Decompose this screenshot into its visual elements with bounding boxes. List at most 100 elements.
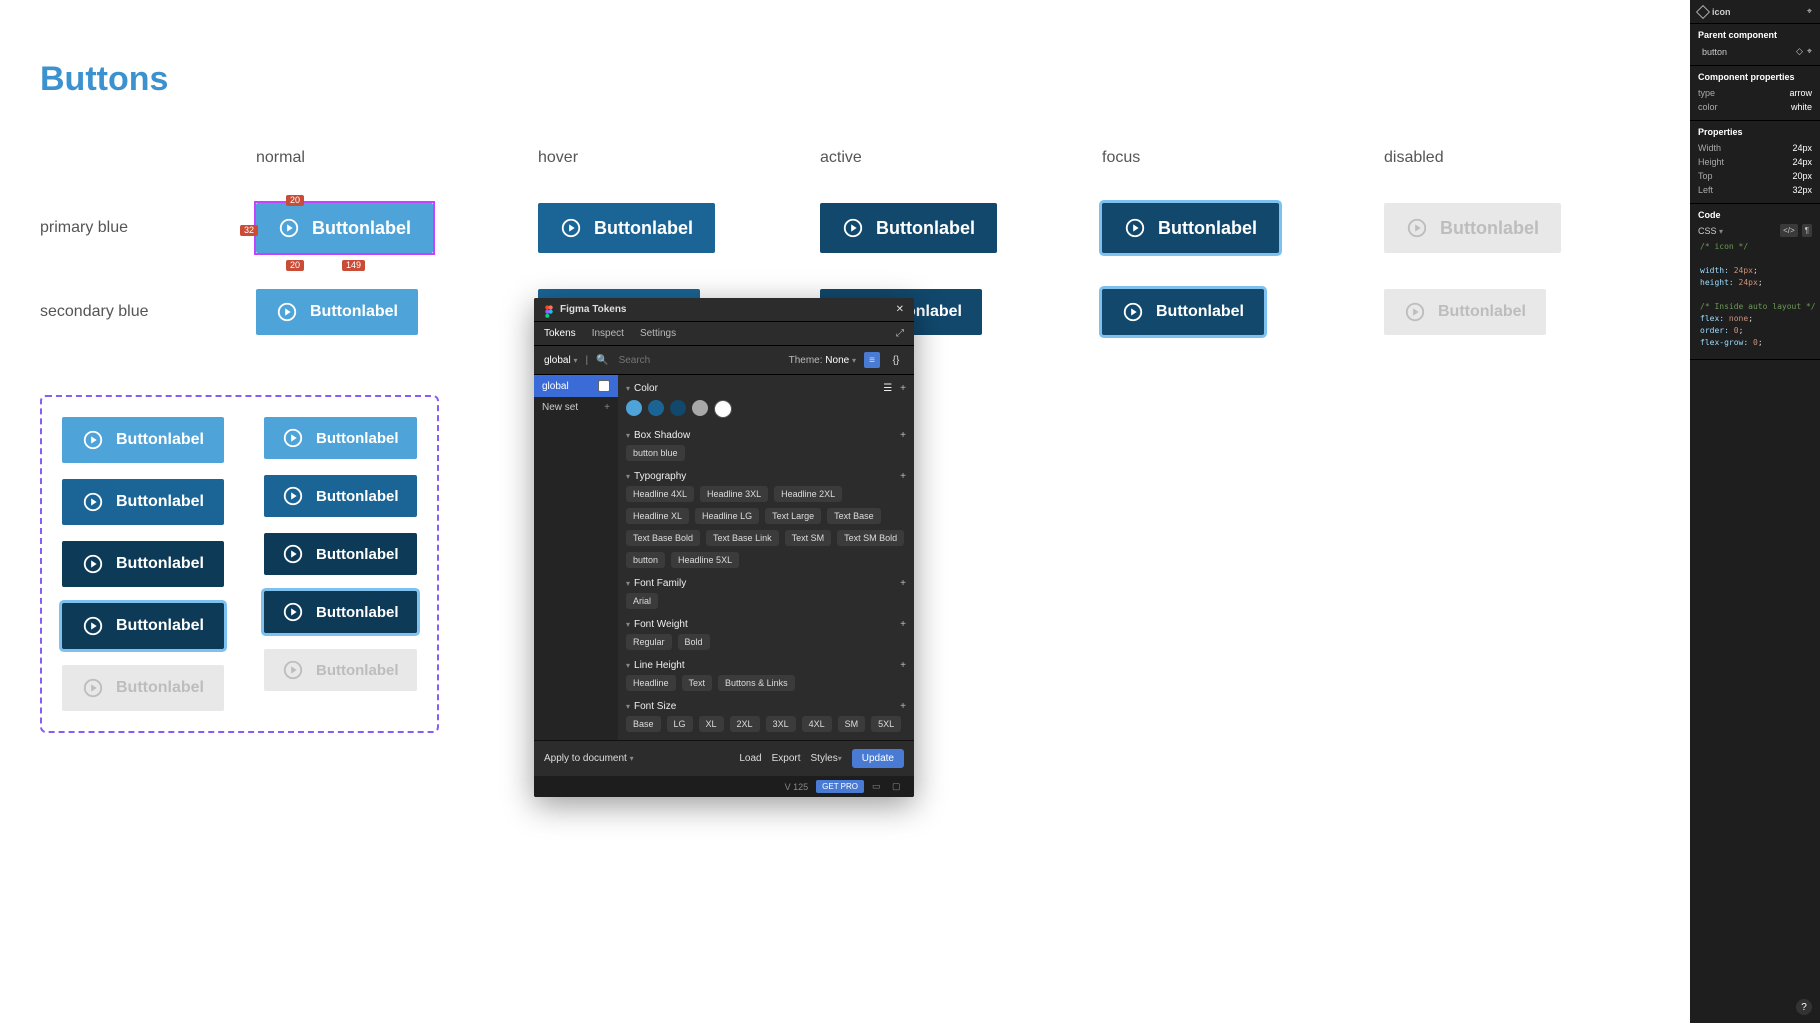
- token-chip[interactable]: 2XL: [730, 716, 760, 732]
- token-chip[interactable]: button: [626, 552, 665, 568]
- list-icon[interactable]: ☰: [883, 383, 892, 394]
- token-chip[interactable]: Base: [626, 716, 661, 732]
- button-secondary-normal[interactable]: Buttonlabel: [256, 289, 418, 335]
- button-primary-hover[interactable]: Buttonlabel: [538, 203, 715, 253]
- token-chip[interactable]: Headline 2XL: [774, 486, 842, 502]
- help-icon[interactable]: ?: [1796, 999, 1812, 1015]
- design-canvas[interactable]: Buttons normal hover active focus disabl…: [0, 0, 1690, 1023]
- add-token-icon[interactable]: +: [900, 701, 906, 712]
- token-chip[interactable]: Text SM Bold: [837, 530, 904, 546]
- view-json-icon[interactable]: {}: [888, 352, 904, 368]
- close-icon[interactable]: ✕: [896, 304, 904, 315]
- caret-down-icon[interactable]: ▾: [626, 384, 630, 393]
- set-selector[interactable]: global ▾: [544, 355, 578, 366]
- token-chip[interactable]: Bold: [678, 634, 710, 650]
- token-chip[interactable]: Headline 3XL: [700, 486, 768, 502]
- search-input[interactable]: [617, 354, 781, 367]
- add-token-icon[interactable]: +: [900, 471, 906, 482]
- token-chip[interactable]: 4XL: [802, 716, 832, 732]
- button-secondary-focus[interactable]: Buttonlabel: [1102, 289, 1264, 335]
- token-chip[interactable]: 3XL: [766, 716, 796, 732]
- token-chip[interactable]: XL: [699, 716, 724, 732]
- tab-settings[interactable]: Settings: [640, 328, 676, 339]
- token-chip[interactable]: Text SM: [785, 530, 832, 546]
- variant-primary-active[interactable]: Buttonlabel: [62, 541, 224, 587]
- device-desktop-icon[interactable]: ▢: [892, 781, 904, 793]
- load-button[interactable]: Load: [739, 753, 761, 764]
- token-chip[interactable]: Headline 4XL: [626, 486, 694, 502]
- play-circle-icon: [278, 217, 300, 239]
- target-icon[interactable]: ⌖: [1807, 6, 1812, 17]
- collapse-icon[interactable]: ⤢: [896, 328, 904, 339]
- section-font-size: ▾Font Size+BaseLGXL2XL3XL4XLSM5XL: [626, 699, 906, 732]
- add-token-icon[interactable]: +: [900, 619, 906, 630]
- token-chip[interactable]: Text Base: [827, 508, 881, 524]
- css-language-select[interactable]: CSS ▾: [1698, 226, 1723, 236]
- theme-selector[interactable]: Theme: None ▾: [789, 355, 856, 366]
- token-chip[interactable]: Text: [682, 675, 713, 691]
- color-swatch[interactable]: [714, 400, 732, 418]
- plugin-version-bar: V 125 GET PRO ▭ ▢: [534, 776, 914, 797]
- figma-tokens-panel[interactable]: Figma Tokens ✕ Tokens Inspect Settings ⤢…: [534, 298, 914, 797]
- inspector-selection[interactable]: icon ⌖: [1690, 0, 1820, 24]
- tab-inspect[interactable]: Inspect: [592, 328, 624, 339]
- play-circle-icon: [560, 217, 582, 239]
- apply-to-document[interactable]: Apply to document ▾: [544, 753, 634, 764]
- token-chip[interactable]: Headline LG: [695, 508, 759, 524]
- button-label: Buttonlabel: [594, 218, 693, 239]
- button-primary-focus[interactable]: Buttonlabel: [1102, 203, 1279, 253]
- get-pro-button[interactable]: GET PRO: [816, 780, 864, 793]
- export-button[interactable]: Export: [772, 753, 801, 764]
- token-chip[interactable]: Buttons & Links: [718, 675, 795, 691]
- token-chip[interactable]: Regular: [626, 634, 672, 650]
- add-token-icon[interactable]: +: [900, 578, 906, 589]
- token-chip[interactable]: button blue: [626, 445, 685, 461]
- button-label: Buttonlabel: [1158, 218, 1257, 239]
- token-chip[interactable]: Headline XL: [626, 508, 689, 524]
- play-circle-icon: [282, 485, 304, 507]
- plugin-header[interactable]: Figma Tokens ✕: [534, 298, 914, 322]
- css-code-block[interactable]: /* icon */ width: 24px; height: 24px; /*…: [1698, 237, 1812, 353]
- plugin-title: Figma Tokens: [560, 304, 627, 315]
- variant-sm-normal[interactable]: Buttonlabel: [264, 417, 417, 459]
- variant-sm-hover[interactable]: Buttonlabel: [264, 475, 417, 517]
- token-chip[interactable]: Arial: [626, 593, 658, 609]
- token-chip[interactable]: Text Base Link: [706, 530, 779, 546]
- color-swatch[interactable]: [692, 400, 708, 416]
- add-token-icon[interactable]: +: [900, 430, 906, 441]
- update-button[interactable]: Update: [852, 749, 904, 768]
- instance-icon[interactable]: ◇: [1796, 46, 1803, 57]
- code-view-icon[interactable]: </>: [1780, 224, 1798, 237]
- variant-sm-focus[interactable]: Buttonlabel: [264, 591, 417, 633]
- token-chip[interactable]: SM: [838, 716, 866, 732]
- set-global[interactable]: global: [534, 375, 618, 397]
- selected-layer-frame[interactable]: Buttonlabel 20 32 20 149: [256, 203, 433, 253]
- token-chip[interactable]: Text Base Bold: [626, 530, 700, 546]
- add-token-icon[interactable]: +: [900, 383, 906, 394]
- color-swatch[interactable]: [626, 400, 642, 416]
- button-primary-normal[interactable]: Buttonlabel: [256, 203, 433, 253]
- add-token-icon[interactable]: +: [900, 660, 906, 671]
- view-list-icon[interactable]: ≡: [864, 352, 880, 368]
- variant-primary-normal[interactable]: Buttonlabel: [62, 417, 224, 463]
- tab-tokens[interactable]: Tokens: [544, 328, 576, 339]
- token-chip[interactable]: Headline 5XL: [671, 552, 739, 568]
- variant-primary-hover[interactable]: Buttonlabel: [62, 479, 224, 525]
- styles-button[interactable]: Styles▾: [811, 753, 842, 764]
- color-swatch[interactable]: [670, 400, 686, 416]
- button-primary-active[interactable]: Buttonlabel: [820, 203, 997, 253]
- play-circle-icon: [282, 543, 304, 565]
- paragraph-icon[interactable]: ¶: [1802, 224, 1812, 237]
- device-tablet-icon[interactable]: ▭: [872, 781, 884, 793]
- token-chip[interactable]: 5XL: [871, 716, 901, 732]
- component-variants-frame[interactable]: Buttonlabel Buttonlabel Buttonlabel Butt…: [40, 395, 439, 733]
- parent-component-link[interactable]: button ◇⌖: [1698, 44, 1812, 59]
- token-chip[interactable]: Text Large: [765, 508, 821, 524]
- token-chip[interactable]: LG: [667, 716, 693, 732]
- variant-primary-focus[interactable]: Buttonlabel: [62, 603, 224, 649]
- token-chip[interactable]: Headline: [626, 675, 676, 691]
- goto-icon[interactable]: ⌖: [1807, 46, 1812, 57]
- variant-sm-active[interactable]: Buttonlabel: [264, 533, 417, 575]
- set-new[interactable]: New set+: [534, 397, 618, 418]
- color-swatch[interactable]: [648, 400, 664, 416]
